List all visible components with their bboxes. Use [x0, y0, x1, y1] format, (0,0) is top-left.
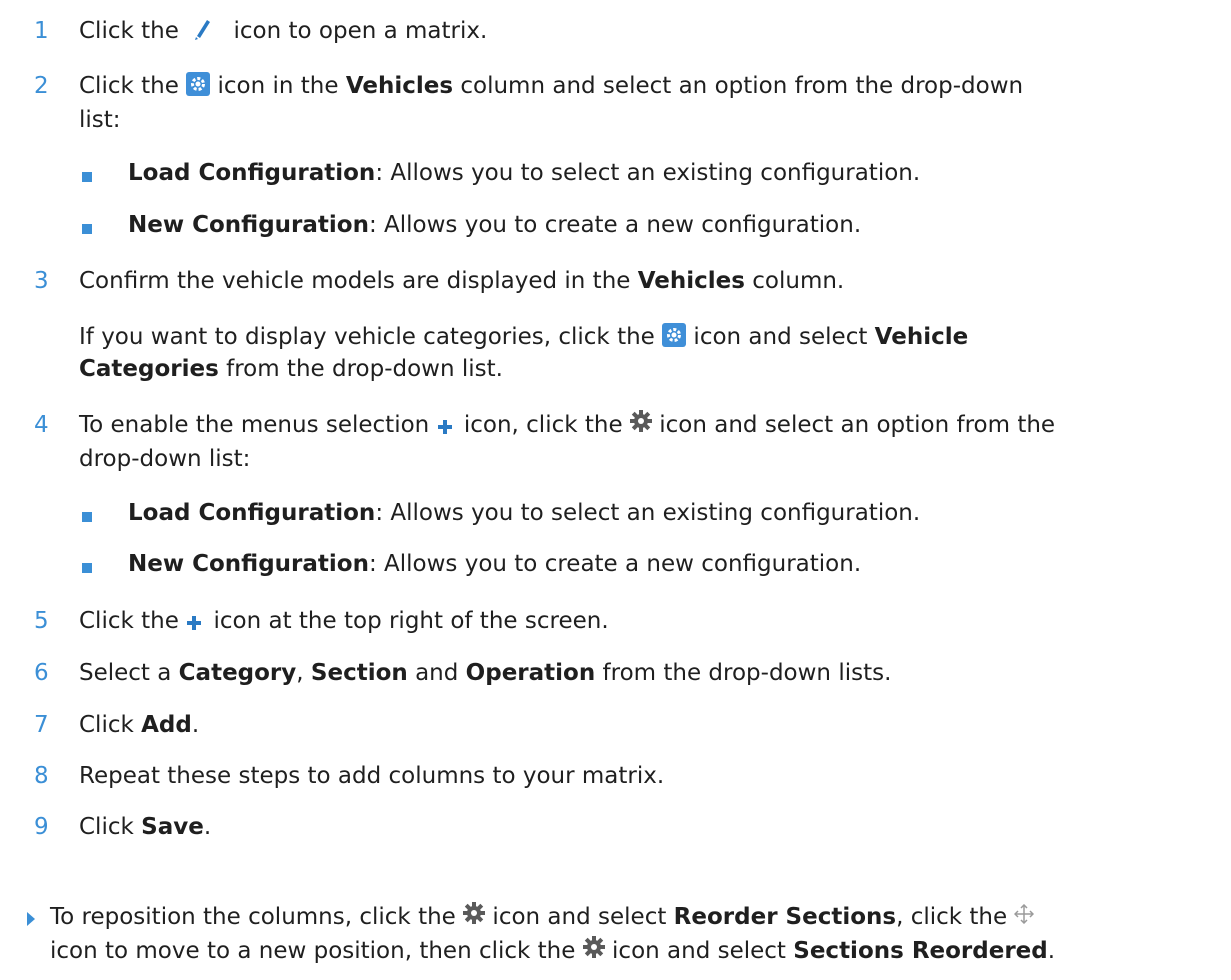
- bullet-square: [82, 563, 92, 573]
- tip-text: To reposition the columns, click the ico…: [50, 900, 1225, 934]
- gear-icon: [463, 900, 486, 934]
- step-number: 8: [34, 763, 49, 789]
- step-text-line-2: list:: [79, 107, 121, 133]
- step-text: To enable the menus selection icon, clic…: [79, 408, 1225, 445]
- option-text: New Configuration: Allows you to create …: [128, 551, 862, 577]
- bullet-square: [82, 172, 92, 182]
- step-text: Confirm the vehicle models are displayed…: [79, 268, 845, 294]
- plus-icon: [186, 607, 202, 641]
- step-number: 4: [34, 412, 49, 438]
- bullet-square: [82, 512, 92, 522]
- step-text: Select a Category, Section and Operation…: [79, 660, 892, 686]
- step-number: 9: [34, 814, 49, 840]
- step-text: Click the icon in the Vehicles column an…: [79, 69, 1225, 106]
- pencil-icon: [192, 17, 212, 51]
- tip-arrow-icon: [27, 912, 35, 926]
- bullet-square: [82, 224, 92, 234]
- plus-icon: [437, 411, 453, 445]
- move-icon: [1014, 900, 1035, 934]
- step-text: Click the icon at the top right of the s…: [79, 604, 1225, 641]
- step-text: Repeat these steps to add columns to you…: [79, 763, 665, 789]
- option-text: Load Configuration: Allows you to select…: [128, 500, 921, 526]
- step-number: 1: [34, 18, 49, 44]
- gear-icon: [629, 408, 652, 442]
- step-number: 2: [34, 73, 49, 99]
- gear-icon: [582, 934, 605, 968]
- step-text: Click Save.: [79, 814, 212, 840]
- settings-square-icon: [186, 72, 211, 106]
- step-number: 7: [34, 712, 49, 738]
- step-text: Click the icon to open a matrix.: [79, 14, 1225, 51]
- option-text: Load Configuration: Allows you to select…: [128, 160, 921, 186]
- step-number: 3: [34, 268, 49, 294]
- step-number: 5: [34, 608, 49, 634]
- step-number: 6: [34, 660, 49, 686]
- step-text-line-2: drop-down list:: [79, 446, 251, 472]
- option-text: New Configuration: Allows you to create …: [128, 212, 862, 238]
- tip-text-line-2: icon to move to a new position, then cli…: [50, 934, 1225, 968]
- note-text-line-2: Categories from the drop-down list.: [79, 356, 503, 382]
- step-text: Click Add.: [79, 712, 200, 738]
